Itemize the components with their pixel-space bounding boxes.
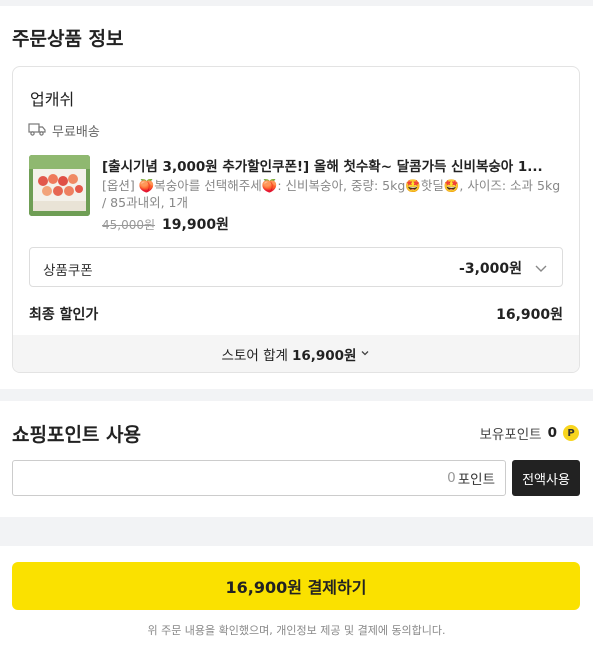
product-option: [옵션] 🍑복숭아를 선택해주세🍑: 신비복숭아, 중량: 5kg🤩핫딜🤩, 사… [102, 178, 561, 210]
store-total-label: 스토어 합계 [221, 347, 288, 364]
top-divider [0, 0, 593, 6]
product-coupon-select[interactable]: 상품쿠폰 -3,000원 [29, 247, 563, 287]
point-input-value: 0 [447, 470, 456, 486]
store-total-toggle[interactable]: 스토어 합계 16,900원 [13, 335, 579, 372]
point-badge-icon: P [563, 425, 579, 441]
truck-icon [28, 122, 46, 140]
use-all-points-button[interactable]: 전액사용 [512, 460, 580, 496]
owned-points: 보유포인트 0 P [479, 423, 579, 443]
coupon-label: 상품쿠폰 [43, 263, 93, 279]
owned-points-label: 보유포인트 [479, 427, 542, 443]
pay-button[interactable]: 16,900원 결제하기 [12, 562, 580, 610]
price-line: 45,000원 19,900원 [102, 214, 229, 234]
store-card: 업캐쉬 무료배송 [출시기념 3,000원 추가할인쿠폰!] 올해 첫수확~ 달… [12, 66, 580, 373]
chevron-down-icon [534, 260, 548, 274]
final-price-label: 최종 할인가 [29, 307, 99, 323]
final-price-value: 16,900원 [496, 307, 563, 323]
point-input[interactable]: 0 포인트 [12, 460, 506, 496]
product-thumbnail[interactable] [29, 155, 90, 216]
original-price: 45,000원 [102, 218, 156, 232]
points-section-title: 쇼핑포인트 사용 [12, 424, 141, 446]
store-total-value: 16,900원 [291, 347, 357, 364]
chevron-down-icon [360, 346, 370, 362]
sale-price: 19,900원 [162, 217, 229, 233]
point-input-unit: 포인트 [457, 472, 495, 488]
product-title[interactable]: [출시기념 3,000원 추가할인쿠폰!] 올해 첫수확~ 달콤가득 신비복숭아… [102, 155, 562, 175]
order-section-title: 주문상품 정보 [12, 28, 124, 50]
owned-points-value: 0 [547, 425, 557, 441]
coupon-value: -3,000원 [459, 261, 522, 277]
shipping-info: 무료배송 [28, 121, 100, 140]
store-name: 업캐쉬 [30, 90, 75, 109]
shipping-label: 무료배송 [52, 125, 100, 140]
section-divider [0, 389, 593, 401]
section-divider [0, 517, 593, 546]
payment-agreement-text: 위 주문 내용을 확인했으며, 개인정보 제공 및 결제에 동의합니다. [147, 624, 446, 637]
